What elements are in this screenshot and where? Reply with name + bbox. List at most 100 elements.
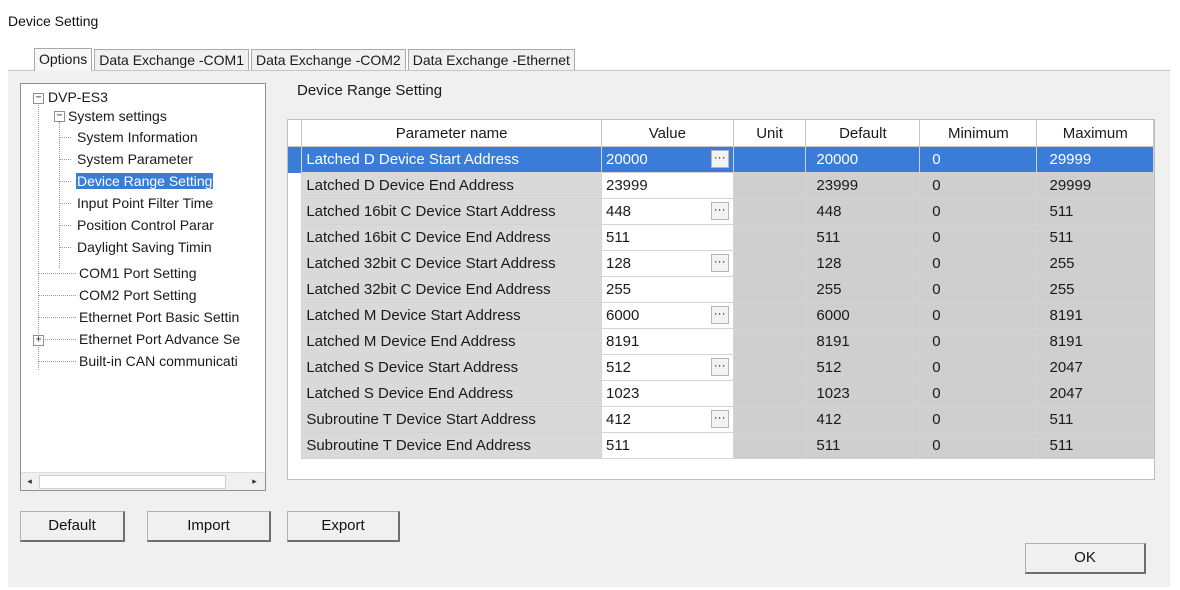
table-row[interactable]: Subroutine T Device End Address 511 511 0 51… [288, 432, 1154, 459]
value-cell[interactable]: 255 [601, 276, 734, 303]
ellipsis-button[interactable]: ··· [710, 254, 729, 272]
settings-tree[interactable]: − DVP-ES3 − System settings System Infor… [20, 83, 266, 491]
ellipsis-button[interactable]: ··· [710, 306, 729, 324]
parameter-name-cell: Latched 16bit C Device End Address [301, 224, 602, 251]
minimum-cell: 0 [919, 250, 1038, 277]
parameter-name-cell: Latched D Device Start Address [301, 146, 602, 173]
unit-cell [732, 276, 807, 303]
tree-item-ethernet-basic[interactable]: Ethernet Port Basic Settin [78, 307, 240, 328]
scroll-right-icon[interactable]: ▸ [247, 474, 262, 489]
tree-connector [38, 100, 39, 370]
value-cell[interactable]: 23999 [601, 172, 734, 199]
table-row[interactable]: Latched D Device End Address 23999 23999 0 2… [288, 172, 1154, 199]
row-indicator [288, 328, 302, 355]
tree-item-device-range-setting[interactable]: Device Range Setting [76, 171, 214, 192]
tree-connector [59, 203, 71, 204]
row-indicator [288, 224, 302, 251]
default-button[interactable]: Default [20, 511, 125, 542]
default-cell: 448 [805, 198, 921, 225]
default-cell: 128 [805, 250, 921, 277]
row-indicator [288, 354, 302, 381]
collapse-icon[interactable]: − [33, 93, 44, 104]
parameter-grid: Parameter name Value Unit Default Minimu… [287, 119, 1155, 480]
parameter-name-cell: Latched 32bit C Device End Address [301, 276, 602, 303]
default-cell: 512 [805, 354, 921, 381]
parameter-name-cell: Latched D Device End Address [301, 172, 602, 199]
export-button[interactable]: Export [287, 511, 400, 542]
table-row[interactable]: Latched M Device Start Address 6000 ··· 600… [288, 302, 1154, 329]
expand-icon[interactable]: + [33, 335, 44, 346]
table-row[interactable]: Latched S Device End Address 1023 1023 0 204… [288, 380, 1154, 407]
table-row[interactable]: Latched 16bit C Device Start Address 448 ·… [288, 198, 1154, 225]
table-row[interactable]: Latched S Device Start Address 512 ··· 512 0… [288, 354, 1154, 381]
tree-item-com1-port[interactable]: COM1 Port Setting [78, 263, 198, 284]
collapse-icon[interactable]: − [54, 111, 65, 122]
row-indicator [288, 250, 302, 277]
value-cell[interactable]: 128 ··· [601, 250, 734, 277]
value-text: 1023 [606, 385, 640, 402]
tree-connector [59, 181, 71, 182]
ok-button[interactable]: OK [1025, 543, 1146, 574]
value-cell[interactable]: 448 ··· [601, 198, 734, 225]
value-text: 23999 [606, 177, 648, 194]
table-row[interactable]: Subroutine T Device Start Address 412 ··· 4… [288, 406, 1154, 433]
tree-connector [59, 137, 71, 138]
unit-cell [732, 250, 807, 277]
minimum-cell: 0 [919, 302, 1038, 329]
minimum-cell: 0 [919, 380, 1038, 407]
tab-data-exchange-com1[interactable]: Data Exchange -COM1 [94, 49, 249, 70]
tree-item-system-settings[interactable]: System settings [67, 106, 168, 127]
unit-cell [732, 328, 807, 355]
parameter-name-cell: Latched S Device Start Address [301, 354, 602, 381]
ellipsis-button[interactable]: ··· [710, 150, 729, 168]
maximum-cell: 29999 [1036, 146, 1154, 173]
tree-item-system-parameter[interactable]: System Parameter [76, 149, 194, 170]
scroll-left-icon[interactable]: ◂ [22, 474, 37, 489]
maximum-cell: 511 [1036, 406, 1154, 433]
default-cell: 255 [805, 276, 921, 303]
tree-item-can-communication[interactable]: Built-in CAN communicati [78, 351, 239, 372]
default-cell: 23999 [805, 172, 921, 199]
parameter-name-cell: Subroutine T Device Start Address [301, 406, 602, 433]
value-cell[interactable]: 8191 [601, 328, 734, 355]
row-indicator [288, 302, 302, 329]
tab-bar: Options Data Exchange -COM1 Data Exchang… [34, 48, 577, 71]
value-cell[interactable]: 1023 [601, 380, 734, 407]
table-row[interactable]: Latched M Device End Address 8191 8191 0 819… [288, 328, 1154, 355]
tab-options[interactable]: Options [34, 48, 93, 71]
scrollbar-thumb[interactable] [39, 475, 226, 489]
maximum-cell: 255 [1036, 276, 1154, 303]
tab-data-exchange-com2[interactable]: Data Exchange -COM2 [250, 49, 406, 70]
import-button[interactable]: Import [147, 511, 271, 542]
default-cell: 20000 [805, 146, 921, 173]
ellipsis-button[interactable]: ··· [710, 202, 729, 220]
value-cell[interactable]: 20000 ··· [601, 146, 734, 173]
tree-item-daylight-saving[interactable]: Daylight Saving Timin [76, 237, 213, 258]
table-row[interactable]: Latched 32bit C Device Start Address 128 ·… [288, 250, 1154, 277]
value-cell[interactable]: 511 [601, 432, 734, 459]
tree-item-com2-port[interactable]: COM2 Port Setting [78, 285, 198, 306]
maximum-cell: 255 [1036, 250, 1154, 277]
window-title: Device Setting [8, 13, 99, 29]
tab-data-exchange-ethernet[interactable]: Data Exchange -Ethernet [407, 49, 575, 70]
unit-cell [732, 432, 807, 459]
value-cell[interactable]: 511 [601, 224, 734, 251]
tree-item-dvp-es3[interactable]: DVP-ES3 [47, 87, 109, 108]
tree-item-ethernet-advance[interactable]: Ethernet Port Advance Se [78, 329, 241, 350]
table-row[interactable]: Latched D Device Start Address 20000 ··· 20… [288, 146, 1154, 173]
ellipsis-button[interactable]: ··· [710, 410, 729, 428]
value-cell[interactable]: 512 ··· [601, 354, 734, 381]
tree-item-position-control[interactable]: Position Control Parar [76, 215, 215, 236]
value-text: 412 [606, 411, 632, 428]
table-row[interactable]: Latched 32bit C Device End Address 255 255… [288, 276, 1154, 303]
tree-item-system-information[interactable]: System Information [76, 127, 199, 148]
unit-cell [732, 172, 807, 199]
minimum-cell: 0 [919, 328, 1038, 355]
value-cell[interactable]: 6000 ··· [601, 302, 734, 329]
ellipsis-button[interactable]: ··· [710, 358, 729, 376]
default-cell: 412 [805, 406, 921, 433]
table-row[interactable]: Latched 16bit C Device End Address 511 511… [288, 224, 1154, 251]
tree-item-input-point-filter-time[interactable]: Input Point Filter Time [76, 193, 214, 214]
tree-horizontal-scrollbar[interactable]: ◂ ▸ [21, 472, 265, 490]
value-cell[interactable]: 412 ··· [601, 406, 734, 433]
